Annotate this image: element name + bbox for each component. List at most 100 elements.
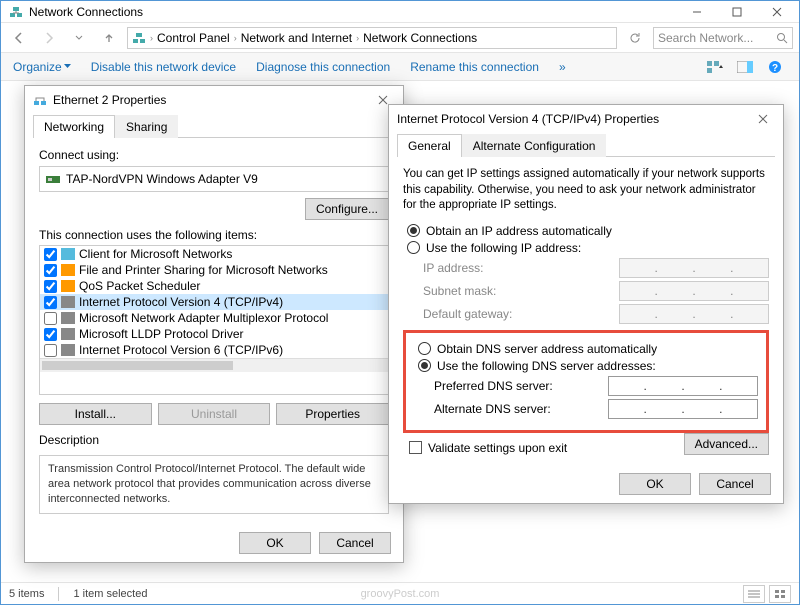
- alt-dns-input[interactable]: ...: [608, 399, 758, 419]
- search-input[interactable]: Search Network...: [653, 27, 793, 49]
- adapter-field: TAP-NordVPN Windows Adapter V9: [39, 166, 389, 192]
- ok-button[interactable]: OK: [239, 532, 311, 554]
- details-view-button[interactable]: [743, 585, 765, 603]
- install-button[interactable]: Install...: [39, 403, 152, 425]
- ok-button[interactable]: OK: [619, 473, 691, 495]
- horizontal-scrollbar[interactable]: [40, 358, 388, 372]
- breadcrumb-item[interactable]: Network Connections: [363, 31, 477, 45]
- ip-manual-radio[interactable]: Use the following IP address:: [407, 241, 769, 255]
- maximize-button[interactable]: [717, 2, 757, 22]
- list-item[interactable]: QoS Packet Scheduler: [40, 278, 388, 294]
- component-checkbox[interactable]: [44, 248, 57, 261]
- breadcrumb-item[interactable]: Network and Internet: [241, 31, 352, 45]
- component-icon: [61, 264, 75, 276]
- connect-using-label: Connect using:: [39, 148, 389, 162]
- forward-button[interactable]: [37, 26, 61, 50]
- adapter-icon: [33, 93, 47, 107]
- rename-connection[interactable]: Rename this connection: [410, 60, 539, 74]
- minimize-button[interactable]: [677, 2, 717, 22]
- disable-device[interactable]: Disable this network device: [91, 60, 236, 74]
- tab-networking[interactable]: Networking: [33, 115, 115, 138]
- svg-text:?: ?: [772, 63, 778, 74]
- component-label: Internet Protocol Version 6 (TCP/IPv6): [79, 343, 283, 357]
- ip-address-input: ...: [619, 258, 769, 278]
- description-text: Transmission Control Protocol/Internet P…: [39, 455, 389, 514]
- tab-alternate[interactable]: Alternate Configuration: [462, 134, 607, 157]
- component-checkbox[interactable]: [44, 296, 57, 309]
- breadcrumb[interactable]: › Control Panel › Network and Internet ›…: [127, 27, 617, 49]
- window-title: Network Connections: [29, 5, 677, 19]
- component-icon: [61, 344, 75, 356]
- titlebar: Network Connections: [1, 1, 799, 23]
- dns-manual-radio[interactable]: Use the following DNS server addresses:: [418, 359, 758, 373]
- pref-dns-input[interactable]: ...: [608, 376, 758, 396]
- component-checkbox[interactable]: [44, 280, 57, 293]
- list-item[interactable]: Internet Protocol Version 6 (TCP/IPv6): [40, 342, 388, 358]
- component-label: Microsoft LLDP Protocol Driver: [79, 327, 244, 341]
- view-dropdown[interactable]: [703, 57, 727, 77]
- statusbar: 5 items 1 item selected groovyPost.com: [1, 582, 799, 604]
- search-placeholder: Search Network...: [658, 31, 772, 45]
- component-checkbox[interactable]: [44, 264, 57, 277]
- recent-dropdown[interactable]: [67, 26, 91, 50]
- diagnose-connection[interactable]: Diagnose this connection: [256, 60, 390, 74]
- selection-count: 1 item selected: [73, 588, 147, 600]
- component-label: Client for Microsoft Networks: [79, 247, 232, 261]
- list-item[interactable]: Microsoft Network Adapter Multiplexor Pr…: [40, 310, 388, 326]
- cancel-button[interactable]: Cancel: [319, 532, 391, 554]
- tab-sharing[interactable]: Sharing: [115, 115, 178, 138]
- component-label: Microsoft Network Adapter Multiplexor Pr…: [79, 311, 328, 325]
- help-icon[interactable]: ?: [763, 57, 787, 77]
- advanced-button[interactable]: Advanced...: [684, 433, 769, 455]
- description-legend: Description: [39, 433, 99, 447]
- preview-pane-toggle[interactable]: [733, 57, 757, 77]
- component-checkbox[interactable]: [44, 344, 57, 357]
- command-bar: Organize Disable this network device Dia…: [1, 53, 799, 81]
- up-button[interactable]: [97, 26, 121, 50]
- close-icon[interactable]: [751, 108, 775, 130]
- subnet-label: Subnet mask:: [423, 284, 619, 298]
- items-label: This connection uses the following items…: [39, 228, 389, 242]
- organize-menu[interactable]: Organize: [13, 60, 71, 74]
- components-list[interactable]: Client for Microsoft Networks File and Pr…: [39, 245, 389, 395]
- item-count: 5 items: [9, 588, 44, 600]
- back-button[interactable]: [7, 26, 31, 50]
- search-icon: [772, 32, 788, 44]
- alt-dns-label: Alternate DNS server:: [434, 402, 608, 416]
- pref-dns-label: Preferred DNS server:: [434, 379, 608, 393]
- properties-button[interactable]: Properties: [276, 403, 389, 425]
- refresh-button[interactable]: [623, 26, 647, 50]
- component-icon: [61, 280, 75, 292]
- component-label: Internet Protocol Version 4 (TCP/IPv4): [79, 295, 283, 309]
- list-item[interactable]: Client for Microsoft Networks: [40, 246, 388, 262]
- more-commands[interactable]: »: [559, 60, 566, 74]
- close-button[interactable]: [757, 2, 797, 22]
- ip-address-label: IP address:: [423, 261, 619, 275]
- component-checkbox[interactable]: [44, 312, 57, 325]
- gateway-label: Default gateway:: [423, 307, 619, 321]
- tab-general[interactable]: General: [397, 134, 462, 157]
- component-icon: [61, 328, 75, 340]
- breadcrumb-item[interactable]: Control Panel: [157, 31, 230, 45]
- icons-view-button[interactable]: [769, 585, 791, 603]
- cancel-button[interactable]: Cancel: [699, 473, 771, 495]
- list-item[interactable]: File and Printer Sharing for Microsoft N…: [40, 262, 388, 278]
- component-label: File and Printer Sharing for Microsoft N…: [79, 263, 328, 277]
- navbar: › Control Panel › Network and Internet ›…: [1, 23, 799, 53]
- component-icon: [61, 248, 75, 260]
- intro-text: You can get IP settings assigned automat…: [403, 167, 769, 214]
- watermark: groovyPost.com: [361, 588, 440, 600]
- gateway-input: ...: [619, 304, 769, 324]
- uninstall-button: Uninstall: [158, 403, 271, 425]
- adapter-name: TAP-NordVPN Windows Adapter V9: [66, 172, 258, 186]
- component-label: QoS Packet Scheduler: [79, 279, 200, 293]
- dns-auto-radio[interactable]: Obtain DNS server address automatically: [418, 342, 758, 356]
- subnet-input: ...: [619, 281, 769, 301]
- list-item[interactable]: Internet Protocol Version 4 (TCP/IPv4): [40, 294, 388, 310]
- nic-icon: [46, 173, 60, 185]
- dialog-title: Ethernet 2 Properties: [53, 93, 371, 107]
- configure-button[interactable]: Configure...: [305, 198, 389, 220]
- ip-auto-radio[interactable]: Obtain an IP address automatically: [407, 224, 769, 238]
- list-item[interactable]: Microsoft LLDP Protocol Driver: [40, 326, 388, 342]
- component-checkbox[interactable]: [44, 328, 57, 341]
